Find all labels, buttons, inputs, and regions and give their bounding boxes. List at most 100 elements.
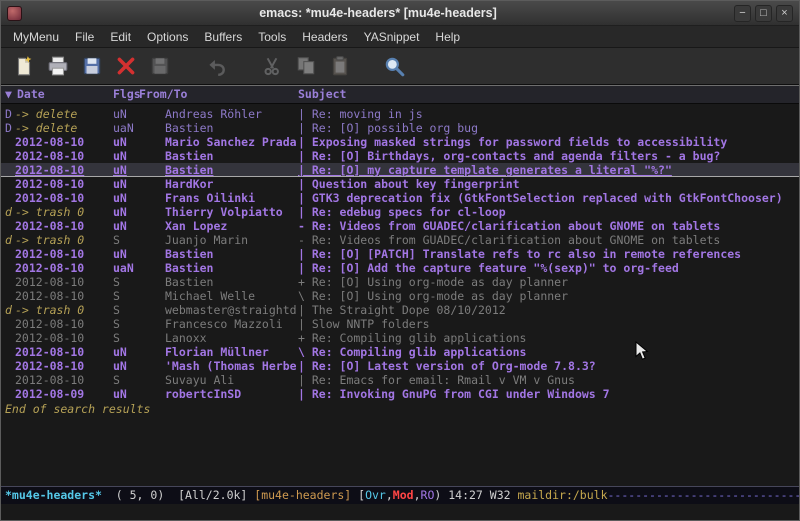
column-from[interactable]: From/To xyxy=(139,86,187,103)
headers-column-header: ▼ Date Flgs From/To Subject xyxy=(1,85,799,104)
search-icon[interactable] xyxy=(379,51,409,81)
minimize-button[interactable]: − xyxy=(734,5,751,22)
modeline-segment: Ovr xyxy=(365,488,386,502)
message-row[interactable]: 2012-08-10uNBastien| Re: [O] [PATCH] Tra… xyxy=(1,247,799,261)
column-date[interactable]: Date xyxy=(17,86,45,103)
message-row[interactable]: d-> trash 0uNThierry Volpiatto| Re: edeb… xyxy=(1,205,799,219)
from-cell: Juanjo Marin xyxy=(165,233,296,247)
undo-icon xyxy=(201,51,231,81)
maximize-button[interactable]: □ xyxy=(755,5,772,22)
date-or-mark-cell: 2012-08-10 xyxy=(15,345,84,359)
column-subject[interactable]: Subject xyxy=(298,86,346,103)
message-row[interactable]: 2012-08-10uNFlorian Müllner\ Re: Compili… xyxy=(1,345,799,359)
print-icon[interactable] xyxy=(43,51,73,81)
date-or-mark-cell: 2012-08-10 xyxy=(15,177,84,191)
new-file-icon[interactable] xyxy=(9,51,39,81)
subject-cell: | Re: Emacs for email: Rmail v VM v Gnus xyxy=(298,373,575,387)
message-row[interactable]: 2012-08-10uNXan Lopez- Re: Videos from G… xyxy=(1,219,799,233)
mark-prefix: d xyxy=(5,303,12,317)
close-button[interactable]: × xyxy=(776,5,793,22)
message-row[interactable]: 2012-08-10uNBastien| Re: [O] Birthdays, … xyxy=(1,149,799,163)
date-or-mark-cell: 2012-08-10 xyxy=(15,247,84,261)
save-as-icon xyxy=(145,51,175,81)
modeline-segment: 14:27 xyxy=(448,488,490,502)
message-row[interactable]: 2012-08-10uNFrans Oilinki| GTK3 deprecat… xyxy=(1,191,799,205)
end-of-search-results: End of search results xyxy=(1,402,799,416)
menu-mymenu[interactable]: MyMenu xyxy=(5,27,67,47)
from-cell: Bastien xyxy=(165,247,296,261)
flags-cell: uN xyxy=(113,135,127,149)
message-list: D-> delete uN Andreas Röhler| Re: moving i… xyxy=(1,107,799,401)
toolbar xyxy=(1,48,799,85)
date-or-mark-cell: -> trash 0 xyxy=(15,233,84,247)
save-icon[interactable] xyxy=(77,51,107,81)
menu-options[interactable]: Options xyxy=(139,27,196,47)
echo-area xyxy=(1,504,799,520)
message-row[interactable]: 2012-08-10uN'Mash (Thomas Herbert)| Re: … xyxy=(1,359,799,373)
message-row[interactable]: 2012-08-10uNHardKor| Question about key … xyxy=(1,177,799,191)
date-or-mark-cell: -> delete xyxy=(15,121,77,135)
flags-cell: uN xyxy=(113,247,127,261)
titlebar[interactable]: emacs: *mu4e-headers* [mu4e-headers] −□× xyxy=(1,1,799,26)
message-row[interactable]: d-> trash 0SJuanjo Marin- Re: Videos fro… xyxy=(1,233,799,247)
message-row[interactable]: 2012-08-09uNrobertcInSD| Re: Invoking Gn… xyxy=(1,387,799,401)
date-or-mark-cell: 2012-08-09 xyxy=(15,387,84,401)
flags-cell: S xyxy=(113,331,120,345)
menu-help[interactable]: Help xyxy=(427,27,468,47)
from-cell: Bastien xyxy=(165,275,296,289)
message-row[interactable]: 2012-08-10uNMario Sanchez Prada| Exposin… xyxy=(1,135,799,149)
from-cell: Andreas Röhler xyxy=(165,107,296,121)
message-row[interactable]: 2012-08-10uaNBastien| Re: [O] Add the ca… xyxy=(1,261,799,275)
subject-cell: + Re: [O] Using org-mode as day planner xyxy=(298,275,568,289)
message-row[interactable]: 2012-08-10uNBastien| Re: [O] my capture … xyxy=(1,163,799,177)
menu-buffers[interactable]: Buffers xyxy=(196,27,250,47)
message-row[interactable]: 2012-08-10SMichael Welle\ Re: [O] Using … xyxy=(1,289,799,303)
flags-cell: uN xyxy=(113,205,127,219)
date-or-mark-cell: 2012-08-10 xyxy=(15,317,84,331)
message-row[interactable]: D-> deleteuaNBastien| Re: [O] possible o… xyxy=(1,121,799,135)
column-flags[interactable]: Flgs xyxy=(113,86,141,103)
from-cell: Lanoxx xyxy=(165,331,296,345)
flags-cell: uN xyxy=(113,345,127,359)
flags-cell: S xyxy=(113,373,120,387)
menu-tools[interactable]: Tools xyxy=(250,27,294,47)
message-row[interactable]: d-> trash 0Swebmaster@straightd...| The … xyxy=(1,303,799,317)
from-cell: Mario Sanchez Prada xyxy=(165,135,296,149)
date-or-mark-cell: -> trash 0 xyxy=(15,303,84,317)
close-icon[interactable] xyxy=(111,51,141,81)
subject-cell: | Re: moving in js xyxy=(298,107,423,121)
subject-cell: + Re: Compiling glib applications xyxy=(298,331,526,345)
message-row[interactable]: 2012-08-10SFrancesco Mazzoli| Slow NNTP … xyxy=(1,317,799,331)
message-row[interactable]: D-> deleteuNAndreas Röhler| Re: moving i… xyxy=(1,107,799,121)
modeline-segment: RO xyxy=(421,488,435,502)
flags-cell: S xyxy=(113,317,120,331)
from-cell: Suvayu Ali xyxy=(165,373,296,387)
window-title: emacs: *mu4e-headers* [mu4e-headers] xyxy=(22,6,734,20)
date-or-mark-cell: 2012-08-10 xyxy=(15,261,84,275)
menu-yasnippet[interactable]: YASnippet xyxy=(356,27,428,47)
modeline[interactable]: *mu4e-headers* ( 5, 0) [All/2.0k] [mu4e-… xyxy=(1,486,799,504)
from-cell: HardKor xyxy=(165,177,296,191)
date-or-mark-cell: 2012-08-10 xyxy=(15,373,84,387)
flags-cell: uN xyxy=(113,177,127,191)
menubar: MyMenuFileEditOptionsBuffersToolsHeaders… xyxy=(1,26,799,48)
modeline-segment: Mod xyxy=(393,488,414,502)
message-row[interactable]: 2012-08-10 S Suvayu Ali| Re: Emacs for ema… xyxy=(1,373,799,387)
mark-prefix: D xyxy=(5,121,12,135)
from-cell: Michael Welle xyxy=(165,289,296,303)
menu-file[interactable]: File xyxy=(67,27,102,47)
from-cell: robertcInSD xyxy=(165,387,296,401)
paste-icon xyxy=(325,51,355,81)
message-row[interactable]: 2012-08-10SLanoxx+ Re: Compiling glib ap… xyxy=(1,331,799,345)
flags-cell: uN xyxy=(113,359,127,373)
subject-cell: \ Re: Compiling glib applications xyxy=(298,345,526,359)
flags-cell: uN xyxy=(113,149,127,163)
date-or-mark-cell: 2012-08-10 xyxy=(15,135,84,149)
menu-headers[interactable]: Headers xyxy=(294,27,355,47)
message-row[interactable]: 2012-08-10SBastien+ Re: [O] Using org-mo… xyxy=(1,275,799,289)
subject-cell: | Re: [O] Birthdays, org-contacts and ag… xyxy=(298,149,720,163)
menu-edit[interactable]: Edit xyxy=(102,27,139,47)
modeline-segment: , xyxy=(386,488,393,502)
flags-cell: S xyxy=(113,303,120,317)
cut-icon xyxy=(257,51,287,81)
